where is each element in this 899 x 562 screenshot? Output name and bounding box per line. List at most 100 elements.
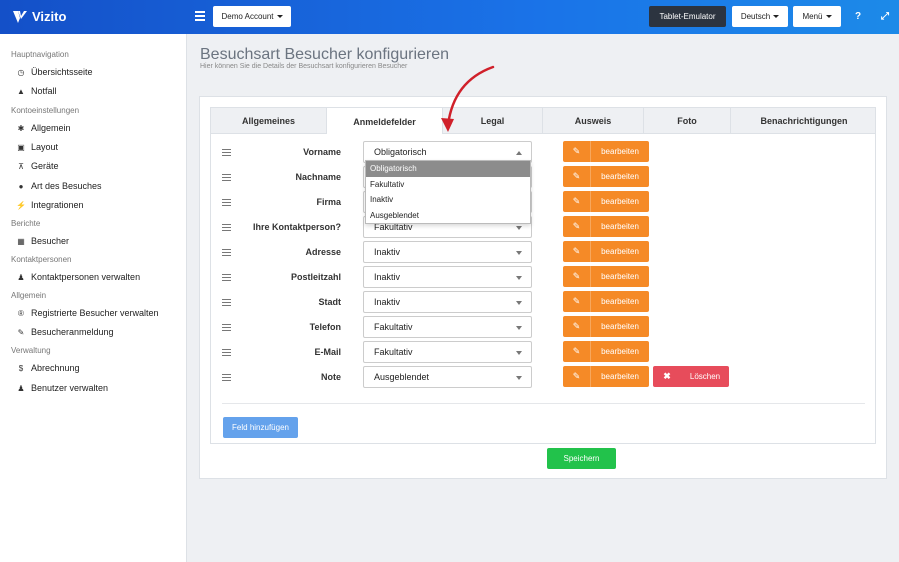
dropdown-option[interactable]: Inaktiv: [366, 192, 530, 208]
tab-badge[interactable]: Ausweis: [543, 108, 644, 134]
edit-button[interactable]: ✎ bearbeiten: [563, 341, 649, 362]
edit-button[interactable]: ✎ bearbeiten: [563, 291, 649, 312]
edit-button[interactable]: ✎ bearbeiten: [563, 216, 649, 237]
edit-button-label: bearbeiten: [601, 297, 639, 306]
chevron-down-icon: [516, 276, 522, 280]
chevron-down-icon: [516, 326, 522, 330]
sidebar-item-label: Besucher: [31, 236, 70, 246]
divider: [222, 403, 865, 404]
edit-button[interactable]: ✎ bearbeiten: [563, 241, 649, 262]
edit-button-label: bearbeiten: [601, 247, 639, 256]
select-value: Obligatorisch: [374, 147, 427, 157]
add-field-button[interactable]: Feld hinzufügen: [223, 417, 298, 438]
sidebar-item-general[interactable]: ✱ Allgemein: [16, 123, 71, 133]
field-label: Adresse: [305, 247, 341, 257]
field-requirement-dropdown-menu: Obligatorisch Fakultativ Inaktiv Ausgebl…: [365, 160, 531, 224]
registered-icon: ®: [18, 308, 24, 318]
chevron-up-icon: [516, 151, 522, 155]
edit-button-label: bearbeiten: [601, 272, 639, 281]
edit-button-label: bearbeiten: [601, 222, 639, 231]
field-label: Note: [321, 372, 341, 382]
tab-photo[interactable]: Foto: [644, 108, 731, 134]
expand-icon[interactable]: ⤢: [881, 11, 889, 22]
dropdown-option[interactable]: Fakultativ: [366, 177, 530, 193]
gauge-icon: ◷: [17, 67, 25, 77]
page-title: Besuchsart Besucher konfigurieren: [200, 46, 450, 63]
sidebar-item-label: Allgemein: [31, 123, 71, 133]
sidebar-item-overview[interactable]: ◷ Übersichtsseite: [16, 67, 93, 77]
sidebar-item-emergency[interactable]: ▲ Notfall: [16, 86, 57, 96]
sidebar-item-registered-visitors[interactable]: ® Registrierte Besucher verwalten: [16, 308, 159, 318]
table-icon: ▦: [17, 236, 25, 246]
field-label: Vorname: [303, 147, 341, 157]
field-requirement-select[interactable]: Inaktiv: [363, 266, 532, 288]
select-value: Inaktiv: [374, 272, 401, 282]
tablet-emulator-button[interactable]: Tablet-Emulator: [649, 6, 726, 27]
close-icon: ✖: [663, 371, 671, 381]
page-subtitle: Hier können Sie die Details der Besuchsa…: [200, 63, 408, 70]
delete-button[interactable]: ✖ Löschen: [653, 366, 729, 387]
users-icon: ●: [18, 181, 24, 191]
sidebar-item-visitors[interactable]: ▦ Besucher: [16, 236, 69, 246]
field-requirement-select[interactable]: Fakultativ: [363, 316, 532, 338]
field-label: Telefon: [309, 322, 341, 332]
edit-icon: ✎: [563, 316, 591, 337]
tab-bar: Allgemeines Anmeldefelder Legal Ausweis …: [210, 107, 877, 135]
brand-name: Vizito: [32, 9, 67, 24]
edit-button[interactable]: ✎ bearbeiten: [563, 266, 649, 287]
sidebar-item-label: Art des Besuches: [31, 181, 102, 191]
field-requirement-select[interactable]: Inaktiv: [363, 241, 532, 263]
menu-toggle-icon[interactable]: [195, 11, 205, 21]
account-dropdown[interactable]: Demo Account: [213, 6, 291, 27]
sidebar-item-label: Notfall: [31, 86, 57, 96]
save-button[interactable]: Speichern: [547, 448, 616, 469]
field-label: E-Mail: [314, 347, 341, 357]
select-value: Inaktiv: [374, 297, 401, 307]
tab-general[interactable]: Allgemeines: [211, 108, 327, 134]
select-value: Inaktiv: [374, 247, 401, 257]
edit-button-label: bearbeiten: [601, 372, 639, 381]
tab-notifications[interactable]: Benachrichtigungen: [731, 108, 877, 134]
field-label: Ihre Kontaktperson?: [252, 222, 341, 232]
chevron-down-icon: [516, 251, 522, 255]
select-value: Fakultativ: [374, 347, 413, 357]
edit-button[interactable]: ✎ bearbeiten: [563, 366, 649, 387]
sidebar-section-title: Kontoeinstellungen: [11, 106, 80, 115]
edit-button-label: bearbeiten: [601, 347, 639, 356]
dropdown-option[interactable]: Obligatorisch: [366, 161, 530, 177]
question-icon[interactable]: ?: [855, 11, 861, 22]
select-value: Fakultativ: [374, 322, 413, 332]
dropdown-option[interactable]: Ausgeblendet: [366, 208, 530, 224]
warning-icon: ▲: [17, 86, 25, 96]
field-requirement-select[interactable]: Fakultativ: [363, 341, 532, 363]
sidebar-item-devices[interactable]: ⊼ Geräte: [16, 161, 59, 171]
edit-button[interactable]: ✎ bearbeiten: [563, 316, 649, 337]
sidebar-item-label: Geräte: [31, 161, 59, 171]
edit-button[interactable]: ✎ bearbeiten: [563, 166, 649, 187]
brand-logo[interactable]: Vizito: [12, 9, 66, 24]
sidebar-item-label: Übersichtsseite: [31, 67, 93, 77]
field-label: Nachname: [295, 172, 341, 182]
tab-signin-fields[interactable]: Anmeldefelder: [327, 108, 443, 135]
language-dropdown[interactable]: Deutsch: [732, 6, 788, 27]
edit-button[interactable]: ✎ bearbeiten: [563, 141, 649, 162]
edit-button[interactable]: ✎ bearbeiten: [563, 191, 649, 212]
field-requirement-select[interactable]: Inaktiv: [363, 291, 532, 313]
field-requirement-select[interactable]: Ausgeblendet: [363, 366, 532, 388]
gear-icon: ✱: [17, 123, 25, 133]
edit-icon: ✎: [563, 266, 591, 287]
field-label: Firma: [316, 197, 341, 207]
user-plus-icon: ♟: [17, 383, 25, 393]
main-menu-dropdown[interactable]: Menü: [793, 6, 841, 27]
edit-icon: ✎: [563, 366, 591, 387]
sitemap-icon: ⊼: [18, 161, 24, 171]
field-label: Stadt: [318, 297, 342, 307]
select-value: Ausgeblendet: [374, 372, 430, 382]
sidebar-item-label: Benutzer verwalten: [31, 383, 109, 393]
field-label: Postleitzahl: [290, 272, 341, 282]
sidebar-item-visit-type[interactable]: ● Art des Besuches: [16, 181, 102, 191]
vizito-logo-icon: [13, 10, 27, 23]
edit-button-label: bearbeiten: [601, 147, 639, 156]
sidebar-item-users[interactable]: ♟ Benutzer verwalten: [16, 383, 108, 393]
sidebar-section-title: Hauptnavigation: [11, 50, 69, 59]
